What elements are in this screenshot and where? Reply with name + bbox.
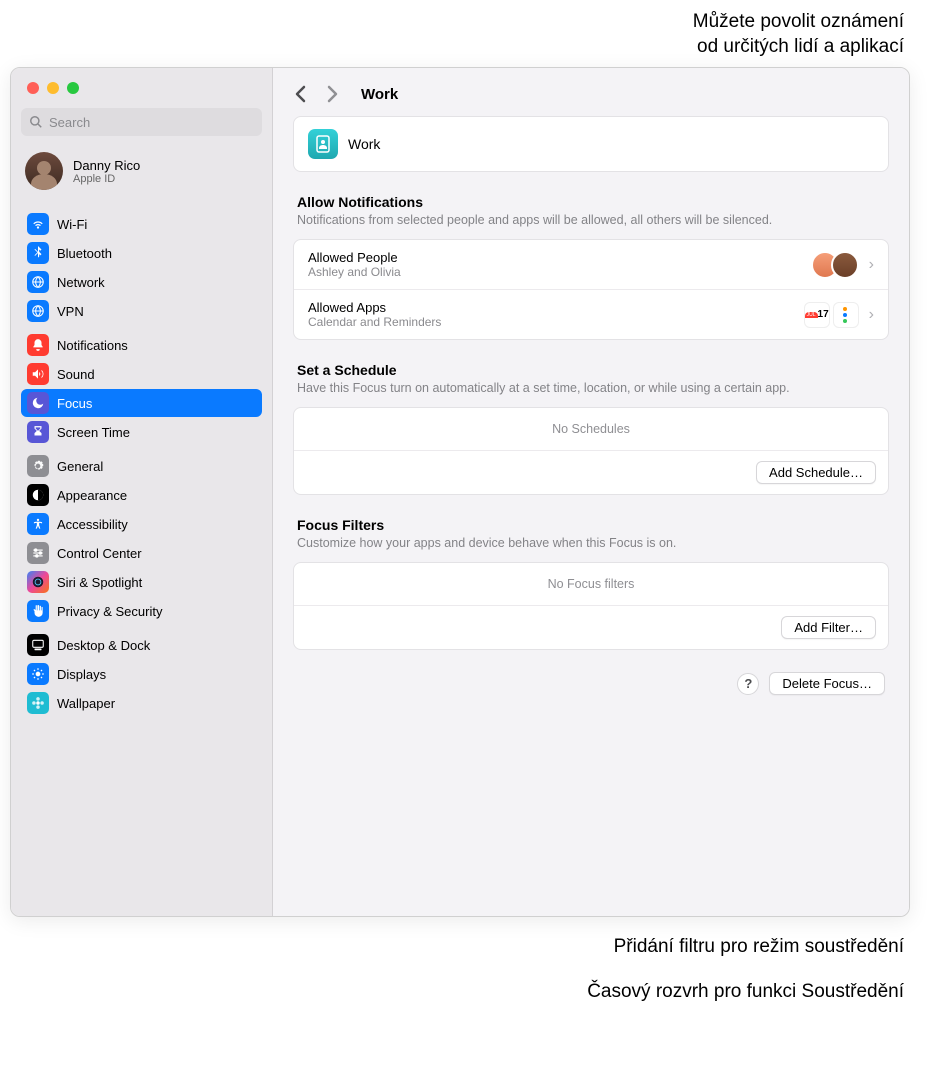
- sidebar-item-label: Siri & Spotlight: [57, 575, 142, 590]
- add-schedule-button[interactable]: Add Schedule…: [756, 461, 876, 484]
- zoom-window-button[interactable]: [67, 82, 79, 94]
- moon-icon: [27, 392, 49, 414]
- filters-empty: No Focus filters: [294, 563, 888, 606]
- sidebar-item-label: Sound: [57, 367, 95, 382]
- focus-name-card: Work: [293, 116, 889, 172]
- access-icon: [27, 513, 49, 535]
- sidebar-item-label: Displays: [57, 667, 106, 682]
- annotation-bottom: Přidání filtru pro režim soustředění Čas…: [10, 933, 924, 1006]
- sidebar-item-control-center[interactable]: Control Center: [21, 539, 262, 567]
- schedule-empty: No Schedules: [294, 408, 888, 451]
- main-header: Work: [273, 68, 909, 116]
- forward-button[interactable]: [323, 82, 341, 106]
- sidebar-item-label: Wi-Fi: [57, 217, 87, 232]
- focus-name: Work: [348, 136, 380, 152]
- sidebar: Search Danny Rico Apple ID Wi-Fi Bluetoot…: [11, 68, 273, 916]
- hand-icon: [27, 600, 49, 622]
- close-window-button[interactable]: [27, 82, 39, 94]
- sidebar-item-label: Focus: [57, 396, 92, 411]
- sidebar-item-vpn[interactable]: VPN: [21, 297, 262, 325]
- allowed-people-row[interactable]: Allowed People Ashley and Olivia ›: [294, 240, 888, 290]
- globe-icon: [27, 271, 49, 293]
- back-button[interactable]: [291, 82, 309, 106]
- wifi-icon: [27, 213, 49, 235]
- sidebar-item-label: Bluetooth: [57, 246, 112, 261]
- minimize-window-button[interactable]: [47, 82, 59, 94]
- sun-icon: [27, 663, 49, 685]
- siri-icon: [27, 571, 49, 593]
- app-icons: JUL17: [804, 302, 859, 328]
- speaker-icon: [27, 363, 49, 385]
- schedule-card: No Schedules Add Schedule…: [293, 407, 889, 495]
- chevron-right-icon: ›: [869, 256, 874, 274]
- gear-icon: [27, 455, 49, 477]
- allow-card: Allowed People Ashley and Olivia › Allow…: [293, 239, 889, 340]
- delete-focus-button[interactable]: Delete Focus…: [769, 672, 885, 695]
- sidebar-item-siri-spotlight[interactable]: Siri & Spotlight: [21, 568, 262, 596]
- sidebar-item-label: Network: [57, 275, 105, 290]
- allow-sub: Notifications from selected people and a…: [293, 210, 889, 239]
- account-row[interactable]: Danny Rico Apple ID: [21, 146, 262, 204]
- sidebar-item-network[interactable]: Network: [21, 268, 262, 296]
- filters-card: No Focus filters Add Filter…: [293, 562, 889, 650]
- schedule-sub: Have this Focus turn on automatically at…: [293, 378, 889, 407]
- sidebar-item-screen-time[interactable]: Screen Time: [21, 418, 262, 446]
- help-button[interactable]: ?: [737, 673, 759, 695]
- sidebar-item-wallpaper[interactable]: Wallpaper: [21, 689, 262, 717]
- sidebar-item-sound[interactable]: Sound: [21, 360, 262, 388]
- sidebar-item-label: Desktop & Dock: [57, 638, 150, 653]
- bluetooth-icon: [27, 242, 49, 264]
- globe-icon: [27, 300, 49, 322]
- sidebar-item-label: Privacy & Security: [57, 604, 162, 619]
- window-controls: [21, 68, 262, 104]
- avatar: [25, 152, 63, 190]
- people-avatars: [811, 251, 859, 279]
- bell-icon: [27, 334, 49, 356]
- sidebar-item-label: Control Center: [57, 546, 142, 561]
- settings-window: Search Danny Rico Apple ID Wi-Fi Bluetoot…: [10, 67, 910, 917]
- allow-title: Allow Notifications: [293, 194, 889, 210]
- sidebar-item-accessibility[interactable]: Accessibility: [21, 510, 262, 538]
- add-filter-button[interactable]: Add Filter…: [781, 616, 876, 639]
- sidebar-item-label: General: [57, 459, 103, 474]
- sidebar-item-general[interactable]: General: [21, 452, 262, 480]
- sidebar-item-label: Appearance: [57, 488, 127, 503]
- appearance-icon: [27, 484, 49, 506]
- sidebar-item-displays[interactable]: Displays: [21, 660, 262, 688]
- sidebar-item-label: Notifications: [57, 338, 128, 353]
- sidebar-item-appearance[interactable]: Appearance: [21, 481, 262, 509]
- page-title: Work: [361, 86, 398, 103]
- sidebar-item-label: Accessibility: [57, 517, 128, 532]
- annotation-top: Můžete povolit oznámení od určitých lidí…: [10, 10, 924, 67]
- chevron-right-icon: ›: [869, 306, 874, 324]
- allowed-apps-row[interactable]: Allowed Apps Calendar and Reminders JUL1…: [294, 290, 888, 339]
- sidebar-item-notifications[interactable]: Notifications: [21, 331, 262, 359]
- sidebar-item-label: VPN: [57, 304, 84, 319]
- dock-icon: [27, 634, 49, 656]
- sidebar-item-label: Screen Time: [57, 425, 130, 440]
- sidebar-item-label: Wallpaper: [57, 696, 115, 711]
- sidebar-item-desktop-dock[interactable]: Desktop & Dock: [21, 631, 262, 659]
- search-input[interactable]: Search: [21, 108, 262, 136]
- filters-sub: Customize how your apps and device behav…: [293, 533, 889, 562]
- search-icon: [29, 115, 43, 129]
- account-text: Danny Rico Apple ID: [73, 158, 140, 185]
- hourglass-icon: [27, 421, 49, 443]
- flower-icon: [27, 692, 49, 714]
- sliders-icon: [27, 542, 49, 564]
- sidebar-item-focus[interactable]: Focus: [21, 389, 262, 417]
- main-panel: Work Work Allow Notifications Notificati…: [273, 68, 909, 916]
- filters-title: Focus Filters: [293, 517, 889, 533]
- schedule-title: Set a Schedule: [293, 362, 889, 378]
- sidebar-item-wi-fi[interactable]: Wi-Fi: [21, 210, 262, 238]
- search-placeholder: Search: [49, 115, 90, 130]
- sidebar-item-privacy-security[interactable]: Privacy & Security: [21, 597, 262, 625]
- sidebar-item-bluetooth[interactable]: Bluetooth: [21, 239, 262, 267]
- work-badge-icon: [308, 129, 338, 159]
